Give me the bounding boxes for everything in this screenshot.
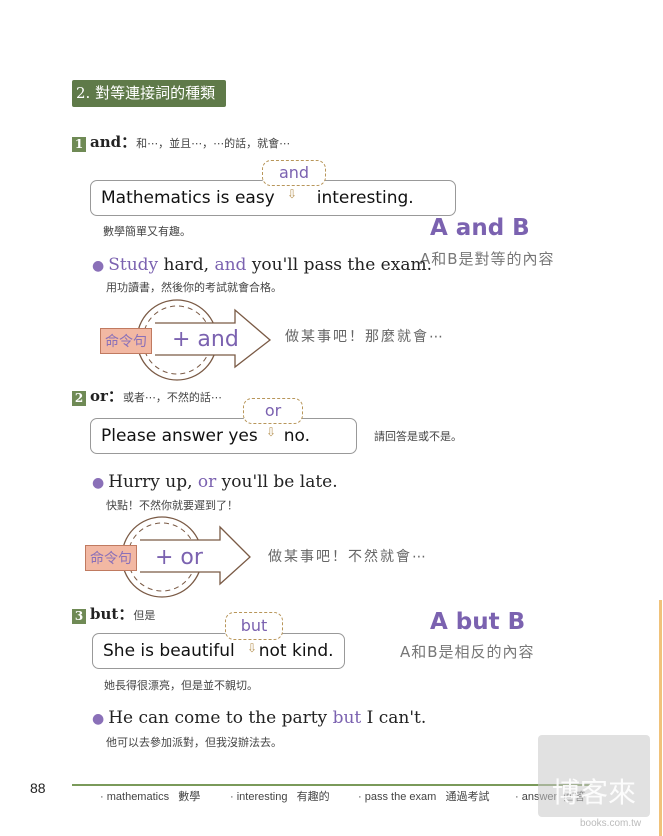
box-text: not kind. xyxy=(258,641,334,661)
but-heading: 3 but：但是 xyxy=(72,603,155,624)
heading-meaning: 和⋯，並且⋯，⋯的話，就會⋯ xyxy=(136,137,291,150)
highlight: Study xyxy=(108,255,159,275)
box-text: no. xyxy=(283,426,311,446)
text: I can't. xyxy=(361,708,427,728)
colon: ： xyxy=(121,133,137,151)
colon: ： xyxy=(107,387,123,405)
gloss-cn: 有趣的 xyxy=(296,791,330,803)
rule-sub: A和B是對等的內容 xyxy=(420,250,555,268)
gloss-en: mathematics xyxy=(106,791,170,803)
box-text: interesting. xyxy=(316,188,414,208)
page-edge-tab xyxy=(659,600,662,836)
bubble-or: or xyxy=(243,398,303,424)
rule-sub: A和B是相反的內容 xyxy=(400,643,535,661)
highlight: and xyxy=(214,255,247,275)
rule: A and B xyxy=(430,215,530,241)
section-number: 1 xyxy=(72,137,86,152)
colon: ： xyxy=(118,605,134,623)
plus-or: + or xyxy=(155,545,203,570)
footer-divider xyxy=(72,784,592,786)
text: you'll be late. xyxy=(216,472,338,492)
imperative-label: 命令句 xyxy=(100,328,152,354)
heading-word: or xyxy=(90,387,108,405)
example-box-or: Please answer yes no. xyxy=(90,418,357,454)
section-number: 2 xyxy=(72,391,86,406)
box-text: Mathematics is easy xyxy=(101,188,275,208)
example-sentence: ● Study hard, and you'll pass the exam. xyxy=(92,255,432,275)
gloss-cn: 數學 xyxy=(178,791,201,803)
and-heading: 1 and：和⋯，並且⋯，⋯的話，就會⋯ xyxy=(72,131,290,152)
rule: A but B xyxy=(430,609,526,635)
watermark-url: books.com.tw xyxy=(580,818,642,829)
or-heading: 2 or：或者⋯，不然的話⋯ xyxy=(72,385,222,406)
bubble-but: but xyxy=(225,612,283,640)
arrow-down-icon: ⇩ xyxy=(287,187,298,201)
heading-meaning: 但是 xyxy=(133,609,156,622)
gloss-cn: 通過考試 xyxy=(445,791,490,803)
example-sentence: ● Hurry up, or you'll be late. xyxy=(92,472,338,492)
highlight: but xyxy=(332,708,362,728)
text: you'll pass the exam. xyxy=(246,255,432,275)
text: hard, xyxy=(158,255,215,275)
example-box-but: She is beautiful not kind. xyxy=(92,633,345,669)
section-title: 2. 對等連接詞的種類 xyxy=(72,80,226,107)
plus-and: + and xyxy=(172,327,239,352)
example-translation: 快點！不然你就要遲到了！ xyxy=(106,499,238,512)
text: Hurry up, xyxy=(108,472,198,492)
diagram-note: 做某事吧！不然就會⋯ xyxy=(268,549,428,565)
highlight: or xyxy=(197,472,217,492)
watermark-logo: 博客來 xyxy=(538,735,650,817)
imperative-label: 命令句 xyxy=(85,545,137,571)
translation: 她長得很漂亮，但是並不親切。 xyxy=(104,679,258,692)
glossary-item: · pass the exam 通過考試 xyxy=(358,791,490,803)
heading-meaning: 或者⋯，不然的話⋯ xyxy=(122,391,222,404)
arrow-down-icon: ⇩ xyxy=(247,641,258,655)
gloss-en: pass the exam xyxy=(364,791,437,803)
glossary-item: · interesting 有趣的 xyxy=(230,791,330,803)
example-sentence: ● He can come to the party but I can't. xyxy=(92,708,426,728)
example-translation: 用功讀書，然後你的考試就會合格。 xyxy=(106,281,282,294)
heading-word: and xyxy=(90,133,122,151)
diagram-note: 做某事吧！那麼就會⋯ xyxy=(285,329,445,345)
glossary-item: · mathematics 數學 xyxy=(100,791,201,803)
bullet-icon: ● xyxy=(92,258,105,274)
section-number: 3 xyxy=(72,609,86,624)
translation: 請回答是或不是。 xyxy=(374,430,462,443)
text: He can come to the party xyxy=(108,708,333,728)
gloss-en: interesting xyxy=(236,791,288,803)
box-text: Please answer yes xyxy=(101,426,258,446)
box-text: She is beautiful xyxy=(103,641,235,661)
heading-word: but xyxy=(90,605,119,623)
bullet-icon: ● xyxy=(92,711,105,727)
arrow-down-icon: ⇩ xyxy=(266,425,277,439)
bullet-icon: ● xyxy=(92,475,105,491)
bubble-and: and xyxy=(262,160,326,186)
translation: 數學簡單又有趣。 xyxy=(103,225,191,238)
page-number: 88 xyxy=(30,780,46,796)
example-translation: 他可以去參加派對，但我沒辦法去。 xyxy=(106,736,282,749)
